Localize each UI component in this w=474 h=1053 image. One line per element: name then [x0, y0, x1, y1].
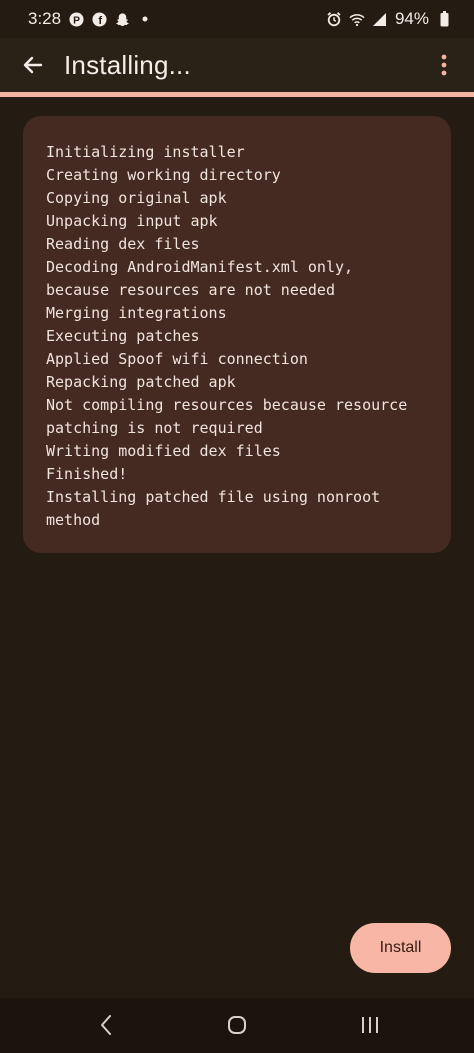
progress-bar	[0, 92, 474, 97]
log-line: Unpacking input apk	[46, 212, 218, 230]
status-right: 94%	[326, 9, 452, 29]
log-line: Writing modified dex files	[46, 442, 281, 460]
status-left: 3:28 P f	[28, 9, 153, 29]
log-line: patching is not required	[46, 419, 263, 437]
log-line: Reading dex files	[46, 235, 200, 253]
log-line: Repacking patched apk	[46, 373, 236, 391]
status-bar: 3:28 P f 94%	[0, 0, 474, 38]
pinterest-icon: P	[68, 11, 84, 27]
facebook-icon: f	[91, 11, 107, 27]
battery-icon	[436, 11, 452, 27]
log-line: Applied Spoof wifi connection	[46, 350, 308, 368]
log-line: because resources are not needed	[46, 281, 335, 299]
svg-text:f: f	[98, 15, 102, 27]
back-button[interactable]	[20, 52, 46, 78]
battery-percent: 94%	[394, 9, 429, 28]
nav-home-button[interactable]	[223, 1012, 251, 1038]
log-line: Initializing installer	[46, 143, 245, 161]
log-line: Not compiling resources because resource	[46, 396, 408, 414]
nav-back-button[interactable]	[92, 1012, 120, 1038]
log-line: Finished!	[46, 465, 128, 483]
nav-recents-button[interactable]	[356, 1012, 384, 1038]
signal-icon	[372, 11, 388, 27]
log-line: Installing patched file using nonroot	[46, 488, 381, 506]
snapchat-icon	[114, 11, 130, 27]
status-time: 3:28	[28, 9, 62, 28]
navigation-bar	[0, 998, 474, 1053]
log-line: Creating working directory	[46, 166, 281, 184]
install-log: Initializing installer Creating working …	[23, 116, 451, 553]
more-vert-icon	[441, 54, 447, 76]
dot-icon	[137, 11, 153, 27]
more-options-button[interactable]	[434, 50, 454, 80]
back-nav-icon	[101, 1015, 111, 1035]
home-nav-icon	[228, 1016, 246, 1034]
recents-nav-icon	[362, 1017, 378, 1033]
log-line: Copying original apk	[46, 189, 227, 207]
log-line: Merging integrations	[46, 304, 227, 322]
alarm-icon	[326, 11, 342, 27]
install-button[interactable]: Install	[350, 923, 451, 973]
progress-fill	[0, 92, 474, 97]
page-title: Installing...	[64, 49, 191, 80]
log-line: Decoding AndroidManifest.xml only,	[46, 258, 354, 276]
wifi-icon	[349, 11, 365, 27]
arrow-left-icon	[23, 56, 43, 74]
app-bar: Installing...	[0, 38, 474, 92]
svg-text:P: P	[73, 15, 80, 26]
log-line: Executing patches	[46, 327, 200, 345]
log-line: method	[46, 511, 101, 529]
